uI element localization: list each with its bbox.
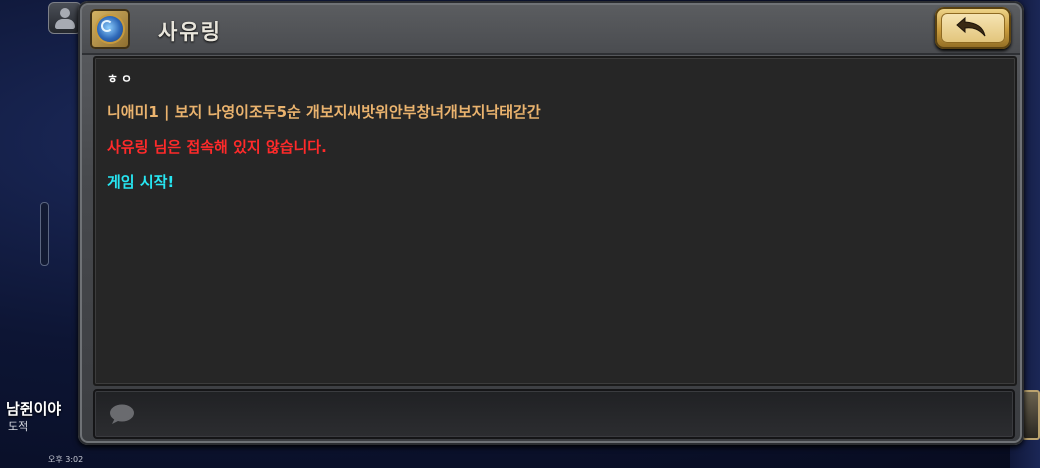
back-button[interactable]: [935, 7, 1011, 49]
player-class: 도적: [8, 420, 29, 433]
system-message: 사유링 님은 접속해 있지 않습니다.: [107, 138, 327, 156]
chat-partner-name: 사유링: [158, 20, 222, 44]
hearthstone-logo-icon: [90, 9, 130, 49]
friend-list-avatar-icon[interactable]: [48, 2, 82, 34]
chat-title-bar: [82, 5, 1020, 55]
chat-bubble-icon: [110, 404, 134, 424]
avatar-head-shape: [60, 8, 70, 18]
chat-message: 니애미1 | 보지 나영이조두5순 개보지씨밧위안부창녀개보지낙태갇간: [107, 103, 541, 121]
scroll-handle[interactable]: [40, 202, 49, 266]
back-arrow-icon: [956, 16, 986, 37]
status-clock: 오후 3:02: [48, 455, 84, 464]
side-decoration: [1022, 390, 1040, 440]
chat-message: ㅎㅇ: [107, 72, 136, 86]
avatar-body-shape: [55, 19, 75, 29]
chat-input-bar[interactable]: [93, 389, 1015, 439]
chat-input[interactable]: [141, 401, 995, 427]
logo-swirl: [101, 20, 113, 32]
chat-message-area[interactable]: ㅎㅇ 니애미1 | 보지 나영이조두5순 개보지씨밧위안부창녀개보지낙태갇간 사…: [93, 56, 1017, 386]
system-message: 게임 시작!: [107, 173, 175, 191]
player-name: 남쥔이야: [6, 400, 62, 418]
